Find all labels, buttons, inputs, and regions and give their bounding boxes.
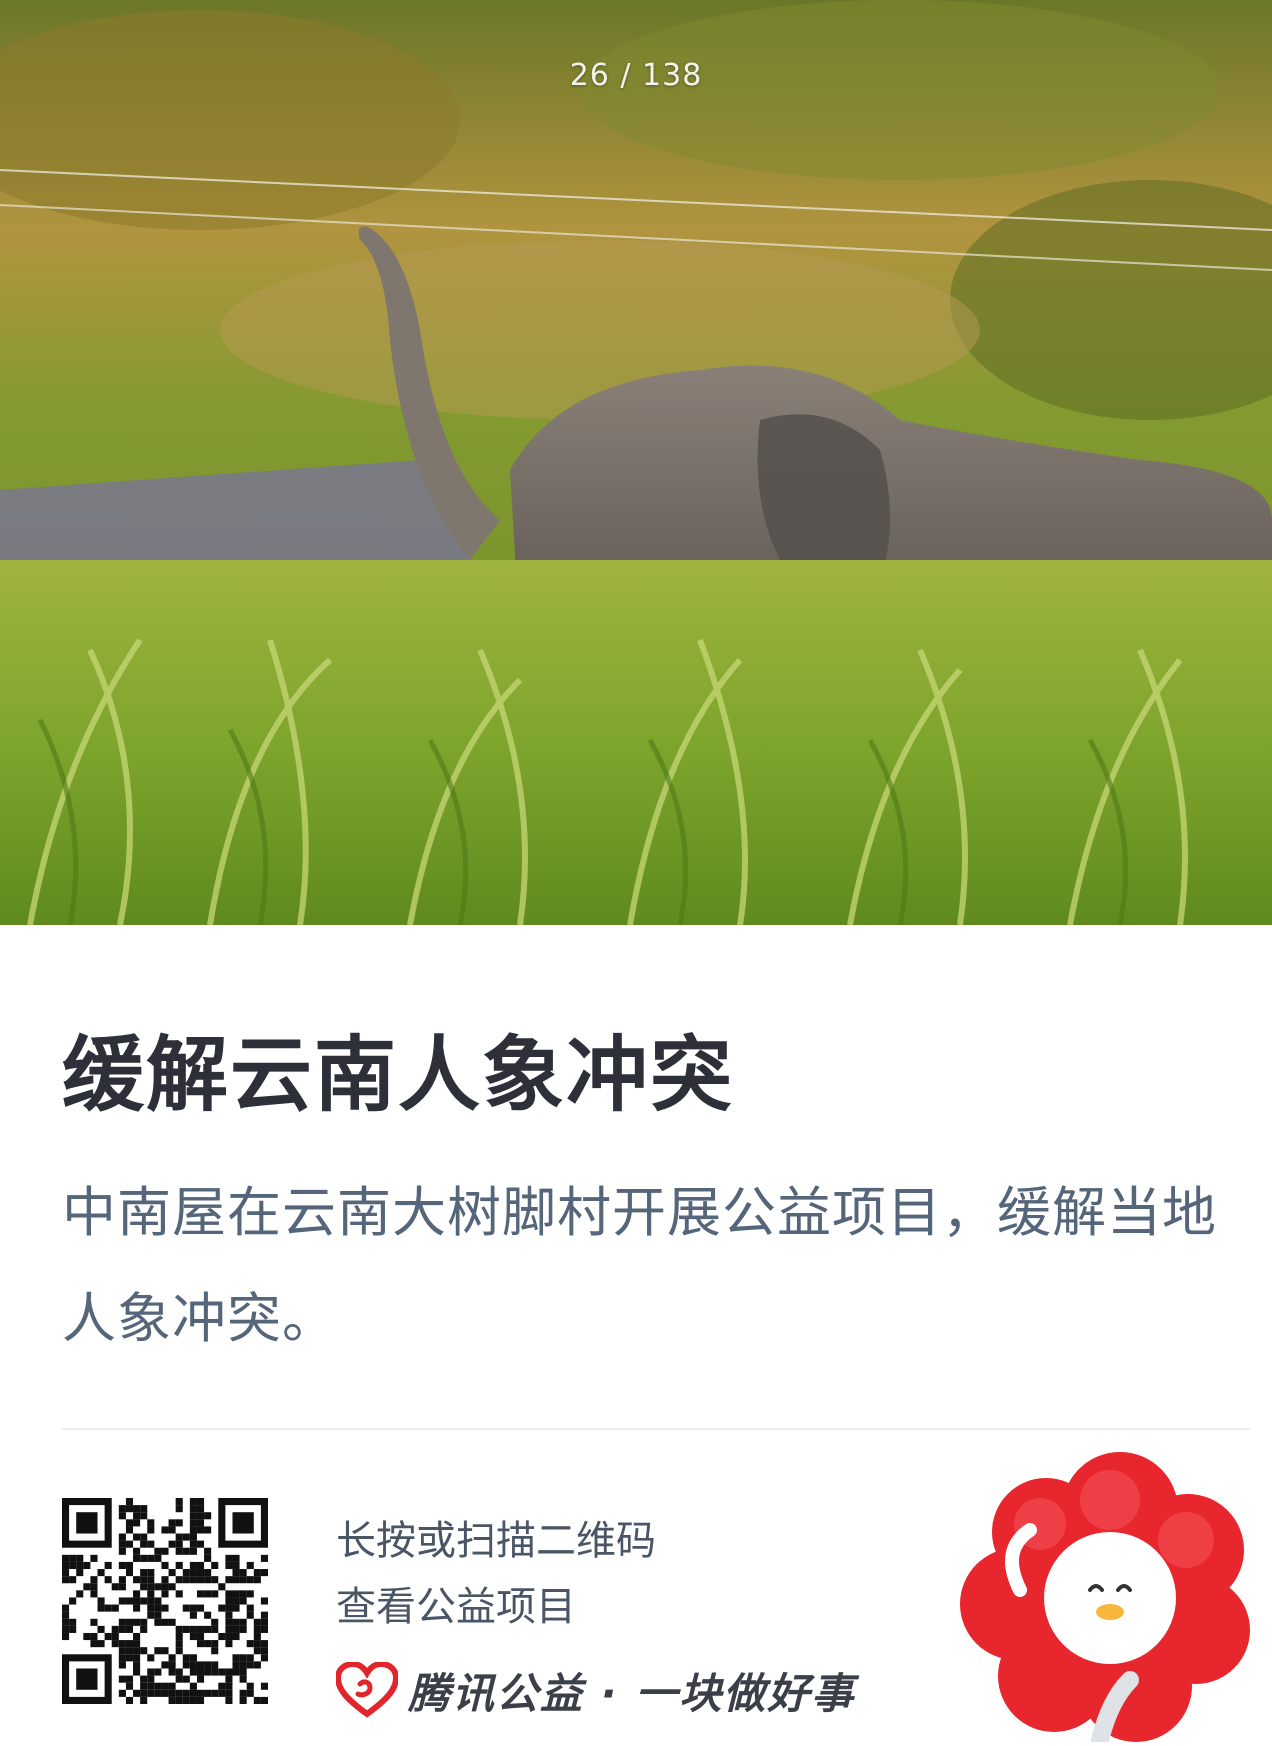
scan-line-1: 长按或扫描二维码 bbox=[336, 1518, 656, 1564]
brand-text: 腾讯公益 · 一块做好事 bbox=[408, 1668, 856, 1718]
brand-slogan: 腾讯公益 · 一块做好事 bbox=[336, 1660, 855, 1720]
flower-mascot-graphic bbox=[960, 1452, 1250, 1746]
page-counter: 26 / 138 bbox=[569, 58, 703, 93]
elephant-photo: 26 / 138 bbox=[0, 0, 1272, 925]
tencent-charity-heart-icon bbox=[336, 1662, 398, 1718]
scan-line-2: 查看公益项目 bbox=[336, 1584, 576, 1630]
scan-instructions: 长按或扫描二维码 查看公益项目 bbox=[336, 1508, 656, 1640]
qr-code-icon[interactable] bbox=[61, 1497, 269, 1705]
divider bbox=[62, 1428, 1250, 1430]
flower-mascot-icon bbox=[950, 1440, 1272, 1746]
card-title: 缓解云南人象冲突 bbox=[62, 1028, 735, 1123]
card-description: 中南屋在云南大树脚村开展公益项目，缓解当地人象冲突。 bbox=[62, 1181, 1217, 1350]
elephant-photo-illustration bbox=[0, 0, 1272, 925]
qr-code-graphic bbox=[61, 1497, 269, 1705]
